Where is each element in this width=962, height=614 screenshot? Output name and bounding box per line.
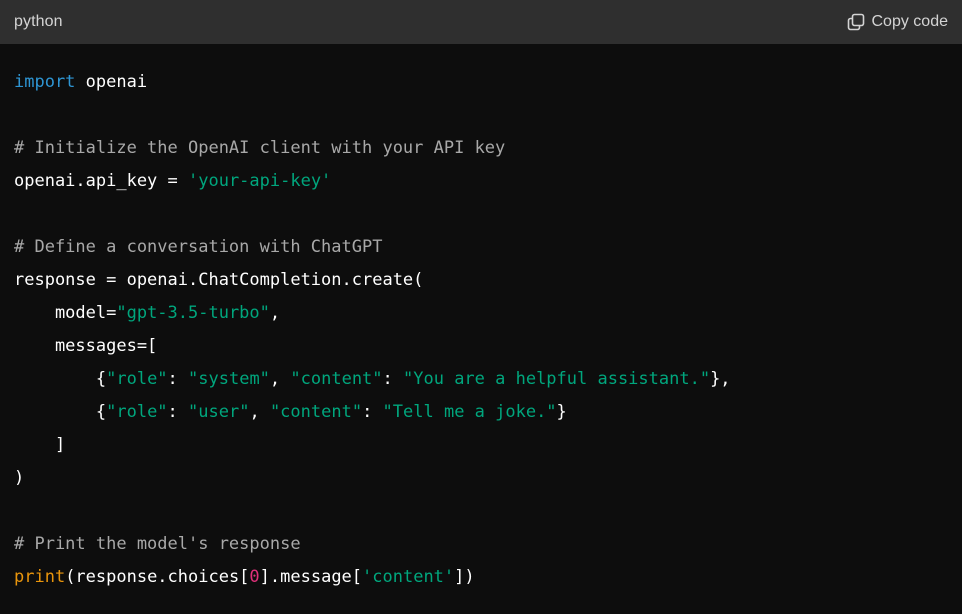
code-token: , xyxy=(269,369,291,389)
code-token: "gpt-3.5-turbo" xyxy=(116,303,270,323)
code-token: openai xyxy=(75,72,148,92)
code-line: openai.api_key = 'your-api-key' xyxy=(14,165,731,198)
code-token: } xyxy=(556,402,567,422)
code-line: # Print the model's response xyxy=(14,528,731,561)
code-line: ) xyxy=(14,462,731,495)
code-token: ].message[ xyxy=(259,567,363,587)
copy-code-label: Copy code xyxy=(871,13,949,30)
code-token: "role" xyxy=(106,402,168,422)
code-token: model= xyxy=(14,303,117,323)
code-token: print xyxy=(14,567,66,587)
code-header: python Copy code xyxy=(0,0,962,44)
code-token: , xyxy=(269,303,281,323)
code-token: 0 xyxy=(249,567,260,587)
code-token: , xyxy=(249,402,270,422)
code-token: import xyxy=(14,72,76,92)
code-token: 'content' xyxy=(362,567,455,587)
code-token: # Define a conversation with ChatGPT xyxy=(14,237,383,257)
code-line: messages=[ xyxy=(14,330,731,363)
code-token: messages=[ xyxy=(14,336,158,356)
code-token: # Initialize the OpenAI client with your… xyxy=(14,138,506,158)
code-line: print(response.choices[0].message['conte… xyxy=(14,561,731,594)
code-token: response = openai.ChatCompletion.create( xyxy=(14,270,424,290)
code-token: "content" xyxy=(290,369,383,389)
code-line: # Define a conversation with ChatGPT xyxy=(14,231,731,264)
code-line: ] xyxy=(14,429,731,462)
code-token: openai.api_key = xyxy=(14,171,188,191)
code-token: "You are a helpful assistant." xyxy=(403,369,711,389)
code-token: ) xyxy=(14,468,25,488)
code-token: { xyxy=(14,369,107,389)
code-token: : xyxy=(167,369,189,389)
code-token: # Print the model's response xyxy=(14,534,301,554)
code-line: import openai xyxy=(14,66,731,99)
code-token: "user" xyxy=(188,402,250,422)
code-token: }, xyxy=(710,369,731,389)
code-line: # Initialize the OpenAI client with your… xyxy=(14,132,731,165)
code-token: "system" xyxy=(188,369,270,389)
copy-icon xyxy=(847,13,865,31)
code-line: model="gpt-3.5-turbo", xyxy=(14,297,731,330)
code-token: "Tell me a joke." xyxy=(382,402,557,422)
code-line: {"role": "system", "content": "You are a… xyxy=(14,363,731,396)
code-token: "role" xyxy=(106,369,168,389)
code-token: { xyxy=(14,402,107,422)
language-label: python xyxy=(14,13,63,30)
code-content[interactable]: import openai # Initialize the OpenAI cl… xyxy=(14,66,731,594)
code-token: 'your-api-key' xyxy=(188,171,332,191)
copy-code-button[interactable]: Copy code xyxy=(847,13,949,31)
code-token: : xyxy=(382,369,404,389)
code-line: response = openai.ChatCompletion.create( xyxy=(14,264,731,297)
code-token: : xyxy=(362,402,383,422)
code-token: ] xyxy=(14,435,66,455)
code-block: python Copy code import openai # Initial… xyxy=(0,0,962,614)
code-token: ]) xyxy=(454,567,475,587)
code-line: {"role": "user", "content": "Tell me a j… xyxy=(14,396,731,429)
code-token: : xyxy=(167,402,189,422)
code-token: "content" xyxy=(269,402,363,422)
code-token: (response.choices[ xyxy=(65,567,250,587)
